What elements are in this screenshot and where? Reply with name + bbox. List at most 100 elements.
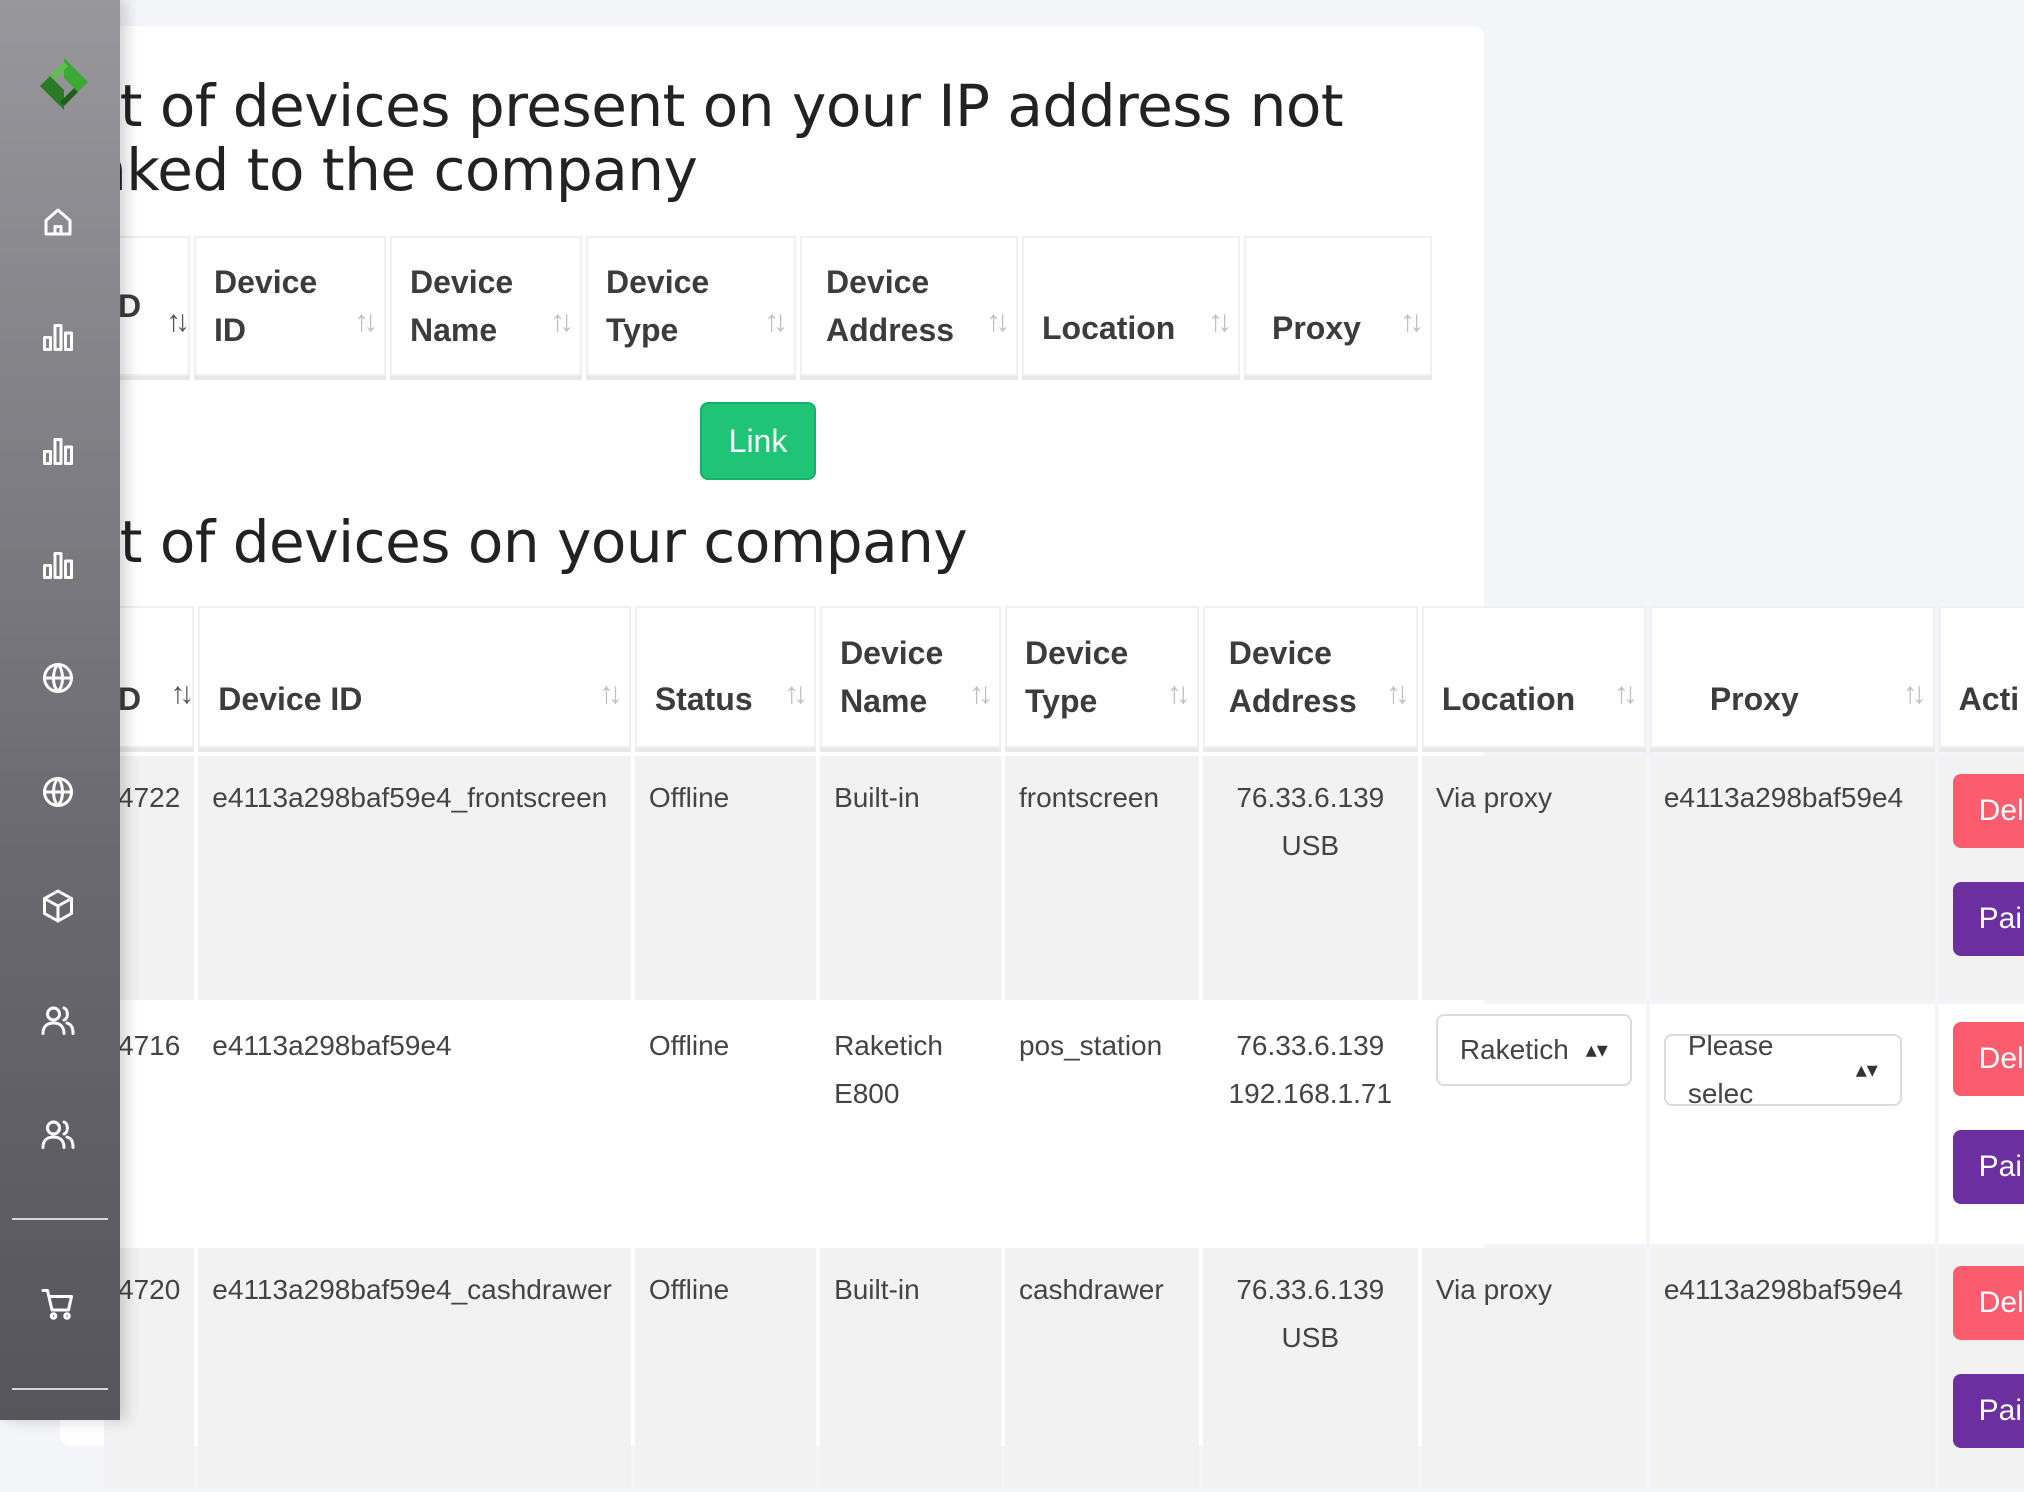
header-label: Device ID bbox=[214, 264, 318, 348]
col-status[interactable]: Status ↑↓ bbox=[634, 606, 817, 752]
cell-proxy: e4113a298baf59e4 bbox=[1649, 1248, 1935, 1488]
cell-location: Raketich ▴▾ bbox=[1421, 1004, 1646, 1244]
table-row: 4716 e4113a298baf59e4 Offline Raketich E… bbox=[104, 1004, 2024, 1244]
header-label: Acti bbox=[1958, 681, 2020, 717]
users-icon[interactable] bbox=[38, 1000, 78, 1040]
delete-button[interactable]: Delete bbox=[1952, 1022, 2024, 1096]
address-line: USB bbox=[1281, 1322, 1340, 1353]
device-name-text: Raketich E800 bbox=[834, 1030, 943, 1109]
cell-proxy: Please selec ▴▾ bbox=[1649, 1004, 1935, 1244]
cell-proxy: e4113a298baf59e4 bbox=[1649, 756, 1935, 1000]
col-proxy[interactable]: Proxy ↑↓ bbox=[1649, 606, 1935, 752]
cell-device-address: 76.33.6.139 USB bbox=[1202, 1248, 1418, 1488]
box-icon[interactable] bbox=[38, 886, 78, 926]
cell-device-name: Built-in bbox=[820, 1248, 1001, 1488]
header-label: Device Address bbox=[1228, 635, 1357, 719]
sort-icon[interactable]: ↑↓ bbox=[764, 298, 788, 346]
cart-icon[interactable] bbox=[38, 1284, 78, 1324]
cell-device-id: e4113a298baf59e4_cashdrawer bbox=[198, 1248, 631, 1488]
cell-actions: Delete Pair bbox=[1938, 1248, 2024, 1488]
header-label: Proxy bbox=[1709, 681, 1799, 717]
header-label: Proxy bbox=[1272, 310, 1361, 346]
sidebar bbox=[0, 0, 120, 1420]
sort-icon[interactable]: ↑↓ bbox=[1208, 298, 1232, 346]
col-device-type[interactable]: Device Type ↑↓ bbox=[1004, 606, 1199, 752]
cell-device-address: 76.33.6.139 192.168.1.71 bbox=[1202, 1004, 1418, 1244]
col-device-address[interactable]: Device Address ↑↓ bbox=[1202, 606, 1418, 752]
sort-icon[interactable]: ↑↓ bbox=[986, 298, 1010, 346]
header-label: D bbox=[118, 681, 142, 717]
link-button[interactable]: Link bbox=[700, 402, 816, 480]
table-header-row: D ↑↓ Device ID ↑↓ Status ↑↓ Device Name … bbox=[104, 606, 2024, 752]
sort-icon[interactable]: ↑↓ bbox=[969, 670, 993, 718]
col-location[interactable]: Location ↑↓ bbox=[1421, 606, 1646, 752]
col-proxy[interactable]: Proxy ↑↓ bbox=[1244, 236, 1432, 380]
address-line: USB bbox=[1281, 830, 1340, 861]
col-actions: Acti bbox=[1938, 606, 2024, 752]
col-device-type[interactable]: Device Type ↑↓ bbox=[586, 236, 796, 380]
col-device-address[interactable]: Device Address ↑↓ bbox=[800, 236, 1018, 380]
sort-icon[interactable]: ↑↓ bbox=[784, 670, 808, 718]
header-label: Device Name bbox=[840, 635, 944, 719]
cell-status: Offline bbox=[634, 1004, 817, 1244]
pair-button[interactable]: Pair bbox=[1952, 882, 2024, 956]
header-label: Location bbox=[1441, 681, 1576, 717]
select-caret-icon: ▴▾ bbox=[1585, 1037, 1608, 1062]
cell-status: Offline bbox=[634, 1248, 817, 1488]
col-device-name[interactable]: Device Name ↑↓ bbox=[820, 606, 1001, 752]
app-logo[interactable] bbox=[38, 56, 90, 112]
header-label: Device Name bbox=[410, 264, 514, 348]
address-line: 76.33.6.139 bbox=[1236, 782, 1385, 813]
address-line: 76.33.6.139 bbox=[1236, 1274, 1385, 1305]
sidebar-divider bbox=[12, 1388, 108, 1390]
sort-icon[interactable]: ↑↓ bbox=[1386, 670, 1410, 718]
pair-button[interactable]: Pair bbox=[1952, 1374, 2024, 1448]
cell-device-id: e4113a298baf59e4 bbox=[198, 1004, 631, 1244]
home-icon[interactable] bbox=[38, 202, 78, 242]
header-label: Device Type bbox=[606, 264, 710, 348]
delete-button[interactable]: Delete bbox=[1952, 1266, 2024, 1340]
sort-icon[interactable]: ↑↓ bbox=[599, 670, 623, 718]
globe-icon[interactable] bbox=[38, 772, 78, 812]
pair-button[interactable]: Pair bbox=[1952, 1130, 2024, 1204]
header-label: Device Address bbox=[826, 264, 955, 348]
col-device-id[interactable]: Device ID ↑↓ bbox=[194, 236, 386, 380]
company-devices-table: D ↑↓ Device ID ↑↓ Status ↑↓ Device Name … bbox=[100, 602, 2024, 1492]
globe-icon[interactable] bbox=[38, 658, 78, 698]
sort-icon[interactable]: ↑↓ bbox=[166, 298, 190, 346]
proxy-select[interactable]: Please selec ▴▾ bbox=[1663, 1030, 1902, 1109]
unlinked-devices-table: D ↑↓ Device ID ↑↓ Device Name ↑↓ Device … bbox=[100, 232, 1436, 384]
cell-status: Offline bbox=[634, 756, 817, 1000]
cell-device-type: pos_station bbox=[1004, 1004, 1199, 1244]
cell-device-name: Built-in bbox=[820, 756, 1001, 1000]
select-caret-icon: ▴▾ bbox=[1855, 1057, 1878, 1082]
unlinked-devices-title: st of devices present on your IP address… bbox=[90, 74, 1344, 202]
address-line: 76.33.6.139 bbox=[1236, 1030, 1385, 1061]
sort-icon[interactable]: ↑↓ bbox=[354, 298, 378, 346]
cell-actions: Delete Pair bbox=[1938, 1004, 2024, 1244]
users-icon[interactable] bbox=[38, 1114, 78, 1154]
company-devices-title: st of devices on your company bbox=[90, 508, 968, 576]
table-header-row: D ↑↓ Device ID ↑↓ Device Name ↑↓ Device … bbox=[104, 236, 1432, 380]
cell-device-address: 76.33.6.139 USB bbox=[1202, 756, 1418, 1000]
bar-chart-icon[interactable] bbox=[38, 544, 78, 584]
sort-icon[interactable]: ↑↓ bbox=[170, 670, 194, 718]
sort-icon[interactable]: ↑↓ bbox=[1903, 670, 1927, 718]
header-label: D bbox=[118, 288, 142, 324]
sort-icon[interactable]: ↑↓ bbox=[1614, 670, 1638, 718]
sort-icon[interactable]: ↑↓ bbox=[550, 298, 574, 346]
delete-button[interactable]: Delete bbox=[1952, 774, 2024, 848]
col-device-name[interactable]: Device Name ↑↓ bbox=[390, 236, 582, 380]
col-location[interactable]: Location ↑↓ bbox=[1022, 236, 1240, 380]
location-select[interactable]: Raketich ▴▾ bbox=[1435, 1014, 1632, 1086]
sort-icon[interactable]: ↑↓ bbox=[1167, 670, 1191, 718]
sort-icon[interactable]: ↑↓ bbox=[1400, 298, 1424, 346]
bar-chart-icon[interactable] bbox=[38, 316, 78, 356]
cell-location: Via proxy bbox=[1421, 756, 1646, 1000]
cell-device-id: e4113a298baf59e4_frontscreen bbox=[198, 756, 631, 1000]
cell-device-type: cashdrawer bbox=[1004, 1248, 1199, 1488]
cell-device-name: Raketich E800 bbox=[820, 1004, 1001, 1244]
col-device-id[interactable]: Device ID ↑↓ bbox=[198, 606, 631, 752]
bar-chart-icon[interactable] bbox=[38, 430, 78, 470]
cell-actions: Delete Pair bbox=[1938, 756, 2024, 1000]
